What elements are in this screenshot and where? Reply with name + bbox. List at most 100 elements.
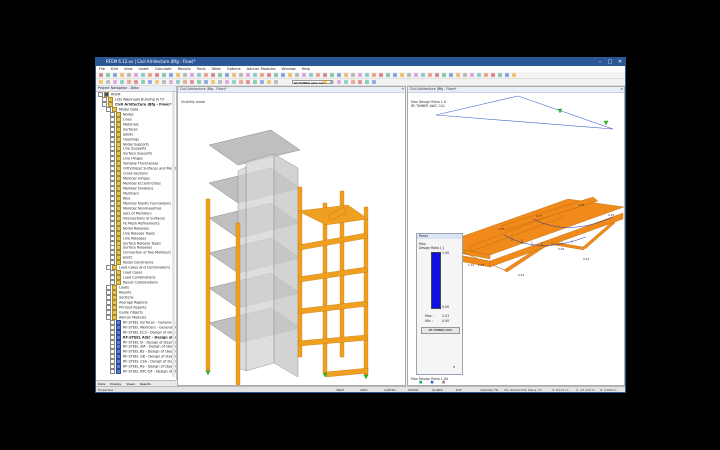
toolbar-button-45[interactable]: [414, 73, 418, 77]
toolbar2-button-8[interactable]: [155, 80, 159, 84]
toolbar-button-36[interactable]: [351, 73, 355, 77]
toolbar2-button-23[interactable]: [260, 80, 264, 84]
toolbar-button-54[interactable]: [477, 73, 481, 77]
toolbar-button-18[interactable]: [225, 73, 229, 77]
status-item[interactable]: CARTES: [384, 387, 396, 392]
toolbar2-button-2[interactable]: [113, 80, 117, 84]
viewport-building[interactable]: Civil Arhitecture (Bfg - Flow)* ✕ Visibil…: [177, 86, 406, 386]
menu-item-6[interactable]: Tools: [197, 67, 206, 71]
toolbar-button-31[interactable]: [316, 73, 320, 77]
toolbar2-button-12[interactable]: [183, 80, 187, 84]
status-item[interactable]: DXF: [456, 387, 462, 392]
toolbar2-button-5[interactable]: [134, 80, 138, 84]
toolbar-button-21[interactable]: [246, 73, 250, 77]
maximize-button[interactable]: □: [605, 58, 615, 66]
toolbar-button-24[interactable]: [267, 73, 271, 77]
toolbar2-button-24[interactable]: [267, 80, 271, 84]
toolbar2-button-7[interactable]: [148, 80, 152, 84]
toolbar-button-2[interactable]: [113, 73, 117, 77]
toolbar-button-46[interactable]: [421, 73, 425, 77]
toolbar2-button-4[interactable]: [127, 80, 131, 84]
toolbar-button-40[interactable]: [379, 73, 383, 77]
menu-item-0[interactable]: File: [99, 67, 105, 71]
menu-item-2[interactable]: View: [124, 67, 133, 71]
toolbar-button-53[interactable]: [470, 73, 474, 77]
toolbar-button-27[interactable]: [288, 73, 292, 77]
panel-tool-1-icon[interactable]: ■: [419, 380, 422, 384]
toolbar2-button-1[interactable]: [106, 80, 110, 84]
panel-module-button[interactable]: RF-TIMBER AWC: [421, 327, 460, 334]
toolbar2-button-19[interactable]: [232, 80, 236, 84]
result-panel[interactable]: Panel Max Design Ratio [-] 1.00 0.00 Max…: [416, 233, 463, 384]
toolbar2-button-35[interactable]: [344, 80, 348, 84]
navigator-scrollbar[interactable]: [172, 92, 175, 377]
toolbar-button-49[interactable]: [442, 73, 446, 77]
menu-item-5[interactable]: Results: [178, 67, 191, 71]
toolbar-button-5[interactable]: [134, 73, 138, 77]
toolbar-button-30[interactable]: [309, 73, 313, 77]
menu-item-9[interactable]: Add-on Modules: [247, 67, 276, 71]
status-item[interactable]: Visibility: FN: [480, 387, 498, 392]
toolbar-button-4[interactable]: [127, 73, 131, 77]
toolbar-button-10[interactable]: [169, 73, 173, 77]
toolbar-button-35[interactable]: [344, 73, 348, 77]
status-item[interactable]: GLINES: [432, 387, 443, 392]
toolbar-button-16[interactable]: [211, 73, 215, 77]
toolbar2-button-18[interactable]: [225, 80, 229, 84]
toolbar2-button-10[interactable]: [169, 80, 173, 84]
toolbar-button-33[interactable]: [330, 73, 334, 77]
toolbar-button-52[interactable]: [463, 73, 467, 77]
toolbar-button-48[interactable]: [435, 73, 439, 77]
toolbar-button-25[interactable]: [274, 73, 278, 77]
menu-item-3[interactable]: Insert: [139, 67, 149, 71]
status-item[interactable]: Plane: XY: [528, 387, 542, 392]
status-item[interactable]: OSNAP: [408, 387, 418, 392]
menu-item-8[interactable]: Options: [227, 67, 241, 71]
panel-tool-3-icon[interactable]: ■: [442, 380, 445, 384]
toolbar-button-41[interactable]: [386, 73, 390, 77]
toolbar-button-7[interactable]: [148, 73, 152, 77]
menu-item-10[interactable]: Window: [282, 67, 296, 71]
toolbar2-button-25[interactable]: [274, 80, 278, 84]
toolbar2-button-37[interactable]: [358, 80, 362, 84]
toolbar-button-29[interactable]: [302, 73, 306, 77]
toolbar-button-22[interactable]: [253, 73, 257, 77]
status-item[interactable]: GRID: [360, 387, 368, 392]
status-item[interactable]: Y: -17.115 m: [576, 387, 595, 392]
close-button[interactable]: ✕: [615, 58, 625, 66]
toolbar2-button-39[interactable]: [372, 80, 376, 84]
toolbar-button-50[interactable]: [449, 73, 453, 77]
toolbar2-button-33[interactable]: [330, 80, 334, 84]
menu-item-11[interactable]: Help: [302, 67, 310, 71]
toolbar-button-9[interactable]: [162, 73, 166, 77]
menu-item-7[interactable]: Table: [211, 67, 220, 71]
toolbar-button-0[interactable]: [99, 73, 103, 77]
toolbar-button-26[interactable]: [281, 73, 285, 77]
status-item[interactable]: X: 8.171 m: [552, 387, 568, 392]
toolbar2-button-6[interactable]: [141, 80, 145, 84]
toolbar2-button-11[interactable]: [176, 80, 180, 84]
toolbar-button-57[interactable]: [498, 73, 502, 77]
toolbar-button-3[interactable]: [120, 73, 124, 77]
toolbar2-button-38[interactable]: [365, 80, 369, 84]
toolbar-button-8[interactable]: [155, 73, 159, 77]
toolbar-button-1[interactable]: [106, 73, 110, 77]
expand-icon[interactable]: [110, 369, 115, 375]
toolbar2-button-16[interactable]: [211, 80, 215, 84]
toolbar-button-56[interactable]: [491, 73, 495, 77]
menu-item-4[interactable]: Calculate: [155, 67, 172, 71]
toolbar-button-11[interactable]: [176, 73, 180, 77]
toolbar2-button-15[interactable]: [204, 80, 208, 84]
toolbar-button-42[interactable]: [393, 73, 397, 77]
toolbar-button-6[interactable]: [141, 73, 145, 77]
toolbar2-button-13[interactable]: [190, 80, 194, 84]
minimize-button[interactable]: –: [595, 58, 605, 66]
toolbar2-button-0[interactable]: [99, 80, 103, 84]
status-item[interactable]: SNAP: [336, 387, 344, 392]
status-item[interactable]: Z: 0.000 m: [600, 387, 616, 392]
toolbar-button-20[interactable]: [239, 73, 243, 77]
toolbar-button-23[interactable]: [260, 73, 264, 77]
toolbar2-button-20[interactable]: [239, 80, 243, 84]
panel-tool-2-icon[interactable]: ■: [430, 380, 433, 384]
toolbar-button-44[interactable]: [407, 73, 411, 77]
